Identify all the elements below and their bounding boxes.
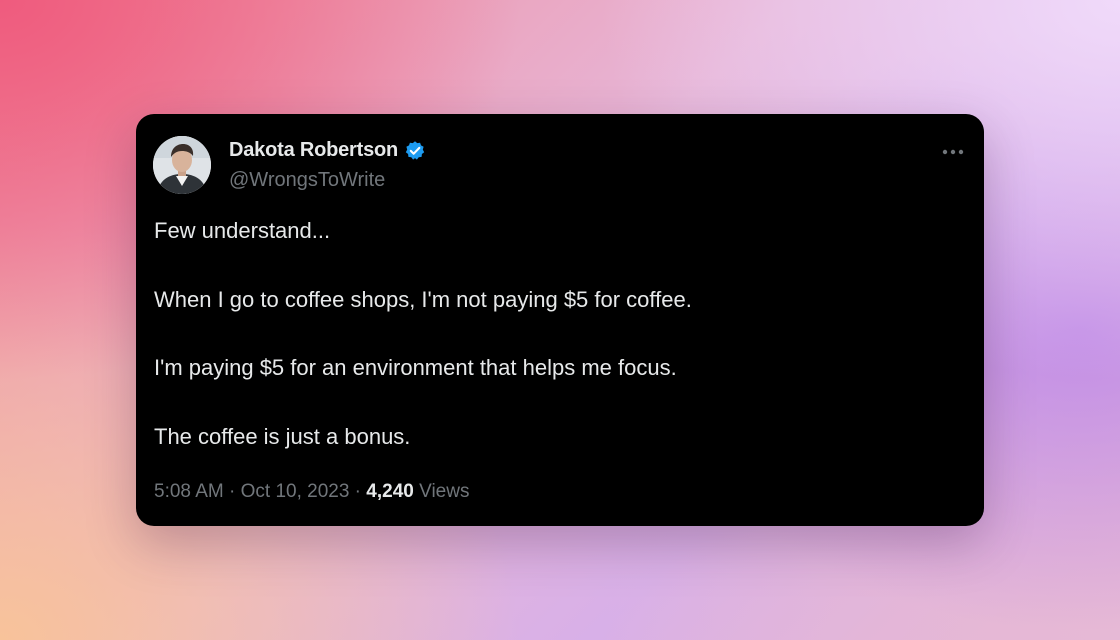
more-options-button[interactable] bbox=[940, 142, 966, 162]
meta-separator: · bbox=[223, 481, 241, 502]
author-name-text: Dakota Robertson bbox=[229, 139, 399, 161]
meta-separator: · bbox=[349, 481, 367, 502]
tweet-card: Dakota Robertson @WrongsToWrite Few unde… bbox=[136, 114, 984, 526]
tweet-metadata: 5:08 AM · Oct 10, 2023 · 4,240 Views bbox=[154, 481, 469, 503]
tweet-paragraph: When I go to coffee shops, I'm not payin… bbox=[154, 287, 692, 312]
tweet-time[interactable]: 5:08 AM bbox=[154, 481, 224, 502]
tweet-date[interactable]: Oct 10, 2023 bbox=[241, 481, 350, 502]
views-count: 4,240 bbox=[366, 481, 414, 502]
verified-badge-icon bbox=[404, 140, 426, 162]
views-label: Views bbox=[419, 481, 470, 502]
tweet-paragraph: Few understand... bbox=[154, 218, 331, 243]
more-options-icon bbox=[942, 149, 964, 155]
author-handle[interactable]: @WrongsToWrite bbox=[229, 169, 385, 192]
tweet-paragraph: The coffee is just a bonus. bbox=[154, 424, 411, 449]
avatar-photo bbox=[153, 136, 211, 194]
avatar[interactable] bbox=[153, 136, 211, 194]
tweet-paragraph: I'm paying $5 for an environment that he… bbox=[154, 355, 677, 380]
author-name[interactable]: Dakota Robertson bbox=[229, 139, 426, 162]
